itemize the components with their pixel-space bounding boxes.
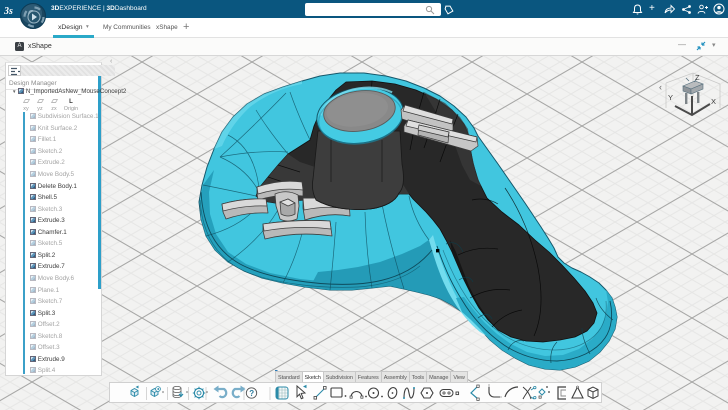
svg-text:Z: Z — [695, 73, 700, 82]
svg-text:Y: Y — [668, 93, 673, 102]
svg-text:?: ? — [249, 389, 254, 398]
svg-text:X: X — [711, 97, 716, 106]
svg-text:3s: 3s — [4, 6, 13, 17]
